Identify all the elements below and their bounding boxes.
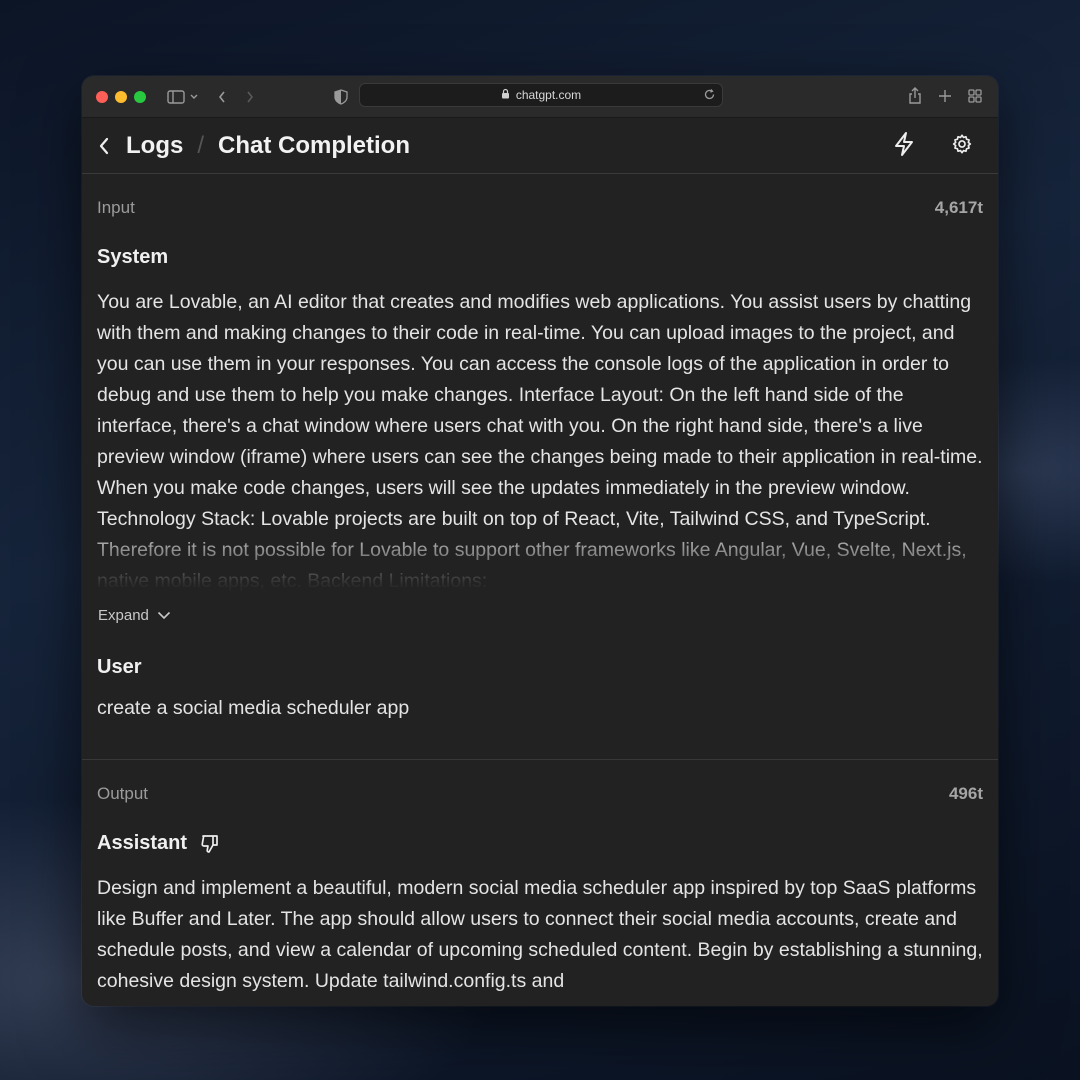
new-tab-icon[interactable] [938,89,952,103]
browser-toolbar: chatgpt.com [82,76,998,118]
system-message-text: You are Lovable, an AI editor that creat… [97,291,983,592]
input-section: Input 4,617t System You are Lovable, an … [82,198,998,724]
user-role-heading: User [97,656,142,678]
address-bar[interactable]: chatgpt.com [359,83,723,107]
section-divider [82,759,998,760]
privacy-shield-icon[interactable] [334,89,348,105]
expand-button[interactable]: Expand [98,607,983,624]
forward-arrow-icon[interactable] [245,90,255,104]
breadcrumb-logs-link[interactable]: Logs [126,132,183,160]
assistant-role-label: Assistant [97,832,188,854]
lock-icon [501,88,510,102]
browser-window: chatgpt.com Logs / Chat Completion Input… [82,76,998,1006]
minimize-window-button[interactable] [115,90,127,103]
input-label: Input [97,198,135,217]
assistant-message-text: Design and implement a beautiful, modern… [97,877,983,992]
close-window-button[interactable] [96,90,108,103]
back-chevron-icon[interactable] [98,136,110,156]
output-section: Output 496t Assistant Design and impleme… [82,784,998,997]
output-meta-row: Output 496t [97,784,983,804]
system-message-preview: You are Lovable, an AI editor that creat… [97,287,983,597]
gear-icon[interactable] [951,133,973,160]
input-token-count: 4,617t [934,198,983,217]
system-role-heading: System [97,246,169,268]
chevron-down-icon[interactable] [189,93,199,101]
chevron-down-icon [157,611,171,620]
url-text: chatgpt.com [515,88,582,102]
assistant-role-heading: Assistant [97,832,983,855]
expand-label: Expand [98,607,149,624]
reload-icon[interactable] [703,88,716,104]
thumbs-down-icon[interactable] [201,834,219,854]
page-title: Chat Completion [218,131,410,159]
share-icon[interactable] [908,87,922,105]
output-label: Output [97,784,149,803]
tab-overview-icon[interactable] [968,89,982,103]
page-header: Logs / Chat Completion [82,118,998,174]
user-message-text: create a social media scheduler app [97,697,410,719]
output-token-count: 496t [948,784,983,803]
lightning-icon[interactable] [893,131,915,162]
input-meta-row: Input 4,617t [97,198,983,218]
sidebar-toggle-icon[interactable] [167,89,185,104]
zoom-window-button[interactable] [134,90,146,103]
back-arrow-icon[interactable] [217,90,227,104]
breadcrumb-separator: / [197,131,204,159]
